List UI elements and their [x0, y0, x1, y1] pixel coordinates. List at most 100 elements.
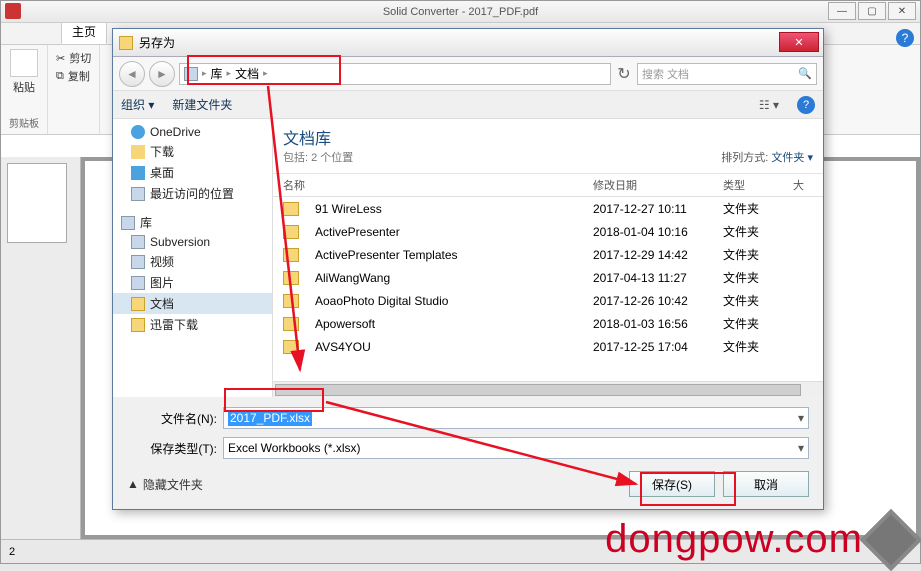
- folder-icon: [283, 340, 299, 354]
- folder-icon: [131, 297, 145, 311]
- app-logo-icon: [5, 3, 21, 19]
- file-date: 2017-12-25 17:04: [593, 340, 723, 354]
- forward-button[interactable]: ►: [149, 61, 175, 87]
- file-name: 91 WireLess: [305, 202, 593, 216]
- tree-pictures[interactable]: 图片: [113, 272, 272, 293]
- folder-icon: [283, 225, 299, 239]
- library-title: 文档库: [283, 125, 353, 149]
- filename-input[interactable]: 2017_PDF.xlsx ▾: [223, 407, 809, 429]
- tree-library[interactable]: 库: [113, 212, 272, 233]
- col-type[interactable]: 类型: [723, 177, 793, 193]
- help-icon[interactable]: ?: [797, 96, 815, 114]
- minimize-button[interactable]: —: [828, 2, 856, 20]
- folder-icon: [131, 318, 145, 332]
- dropdown-icon[interactable]: ▾: [798, 411, 804, 425]
- group-clipboard-label: 剪贴板: [9, 115, 39, 130]
- file-name: Apowersoft: [305, 317, 593, 331]
- col-size[interactable]: 大: [793, 177, 823, 193]
- table-row[interactable]: ActivePresenter Templates2017-12-29 14:4…: [273, 243, 823, 266]
- file-list[interactable]: 91 WireLess2017-12-27 10:11文件夹ActivePres…: [273, 197, 823, 381]
- tree-downloads[interactable]: 下载: [113, 141, 272, 162]
- filetype-select[interactable]: Excel Workbooks (*.xlsx) ▾: [223, 437, 809, 459]
- tree-desktop[interactable]: 桌面: [113, 162, 272, 183]
- organize-menu[interactable]: 组织 ▾: [121, 96, 154, 113]
- breadcrumb-documents[interactable]: 文档: [231, 65, 263, 82]
- search-input[interactable]: 搜索 文档 🔍: [637, 63, 817, 85]
- column-headers[interactable]: 名称 修改日期 类型 大: [273, 174, 823, 197]
- scissors-icon: ✂: [56, 52, 65, 65]
- help-button[interactable]: ?: [896, 29, 914, 47]
- tree-xunlei[interactable]: 迅雷下载: [113, 314, 272, 335]
- cancel-button[interactable]: 取消: [723, 471, 809, 497]
- file-date: 2017-12-27 10:11: [593, 202, 723, 216]
- horizontal-scrollbar[interactable]: [273, 381, 823, 397]
- dialog-toolbar: 组织 ▾ 新建文件夹 ☷ ▾ ?: [113, 91, 823, 119]
- back-button[interactable]: ◄: [119, 61, 145, 87]
- dialog-close-button[interactable]: ✕: [779, 32, 819, 52]
- file-list-pane: 文档库 包括: 2 个位置 排列方式: 文件夹 ▾ 名称 修改日期 类型 大 9…: [273, 119, 823, 397]
- refresh-button[interactable]: ↻: [615, 64, 633, 84]
- sort-by[interactable]: 排列方式: 文件夹 ▾: [721, 149, 813, 165]
- copy-button[interactable]: ⧉复制: [56, 68, 90, 84]
- col-date[interactable]: 修改日期: [593, 177, 723, 193]
- tree-video[interactable]: 视频: [113, 251, 272, 272]
- dialog-nav: ◄ ► ▸ 库 ▸ 文档 ▸ ↻ 搜索 文档 🔍: [113, 57, 823, 91]
- recent-icon: [131, 187, 145, 201]
- folder-icon: [283, 294, 299, 308]
- save-button[interactable]: 保存(S): [629, 471, 715, 497]
- tree-onedrive[interactable]: OneDrive: [113, 123, 272, 141]
- tree-documents[interactable]: 文档: [113, 293, 272, 314]
- save-as-dialog: 另存为 ✕ ◄ ► ▸ 库 ▸ 文档 ▸ ↻ 搜索 文档 🔍 组织 ▾ 新建文件…: [112, 28, 824, 510]
- table-row[interactable]: AVS4YOU2017-12-25 17:04文件夹: [273, 335, 823, 358]
- dialog-titlebar: 另存为 ✕: [113, 29, 823, 57]
- breadcrumb-library[interactable]: 库: [207, 65, 227, 82]
- cut-button[interactable]: ✂剪切: [56, 50, 91, 66]
- file-date: 2018-01-03 16:56: [593, 317, 723, 331]
- table-row[interactable]: AoaoPhoto Digital Studio2017-12-26 10:42…: [273, 289, 823, 312]
- file-date: 2017-12-29 14:42: [593, 248, 723, 262]
- table-row[interactable]: AliWangWang2017-04-13 11:27文件夹: [273, 266, 823, 289]
- file-date: 2017-04-13 11:27: [593, 271, 723, 285]
- col-name[interactable]: 名称: [273, 177, 593, 193]
- save-icon: [119, 36, 133, 50]
- view-menu[interactable]: ☷ ▾: [759, 98, 779, 112]
- tree-recent[interactable]: 最近访问的位置: [113, 183, 272, 204]
- video-icon: [131, 255, 145, 269]
- folder-icon: [283, 202, 299, 216]
- breadcrumb-bar[interactable]: ▸ 库 ▸ 文档 ▸: [179, 63, 611, 85]
- file-name: ActivePresenter Templates: [305, 248, 593, 262]
- filetype-label: 保存类型(T):: [127, 440, 217, 457]
- file-type: 文件夹: [723, 246, 793, 263]
- folder-icon: [283, 317, 299, 331]
- file-name: AVS4YOU: [305, 340, 593, 354]
- desktop-icon: [131, 166, 145, 180]
- file-type: 文件夹: [723, 292, 793, 309]
- table-row[interactable]: 91 WireLess2017-12-27 10:11文件夹: [273, 197, 823, 220]
- new-folder-button[interactable]: 新建文件夹: [172, 96, 232, 113]
- page-number: 2: [9, 546, 15, 558]
- chevron-up-icon: ▲: [127, 477, 139, 491]
- status-bar: 2: [1, 539, 920, 563]
- search-icon: 🔍: [798, 67, 812, 80]
- file-name: AoaoPhoto Digital Studio: [305, 294, 593, 308]
- tree-subversion[interactable]: Subversion: [113, 233, 272, 251]
- library-icon: [121, 216, 135, 230]
- pictures-icon: [131, 276, 145, 290]
- file-type: 文件夹: [723, 315, 793, 332]
- close-button[interactable]: ✕: [888, 2, 916, 20]
- file-type: 文件夹: [723, 223, 793, 240]
- maximize-button[interactable]: ▢: [858, 2, 886, 20]
- table-row[interactable]: ActivePresenter2018-01-04 10:16文件夹: [273, 220, 823, 243]
- hide-folders-toggle[interactable]: ▲ 隐藏文件夹: [127, 476, 203, 493]
- page-thumbnail[interactable]: [7, 163, 67, 243]
- dropdown-icon[interactable]: ▾: [798, 441, 804, 455]
- paste-icon: [10, 49, 38, 77]
- dialog-title: 另存为: [139, 34, 175, 51]
- file-type: 文件夹: [723, 200, 793, 217]
- table-row[interactable]: Apowersoft2018-01-03 16:56文件夹: [273, 312, 823, 335]
- folder-tree[interactable]: OneDrive 下载 桌面 最近访问的位置 库 Subversion 视频 图…: [113, 119, 273, 397]
- file-name: ActivePresenter: [305, 225, 593, 239]
- library-icon: [184, 67, 198, 81]
- folder-icon: [283, 271, 299, 285]
- paste-button[interactable]: 粘贴: [10, 49, 38, 95]
